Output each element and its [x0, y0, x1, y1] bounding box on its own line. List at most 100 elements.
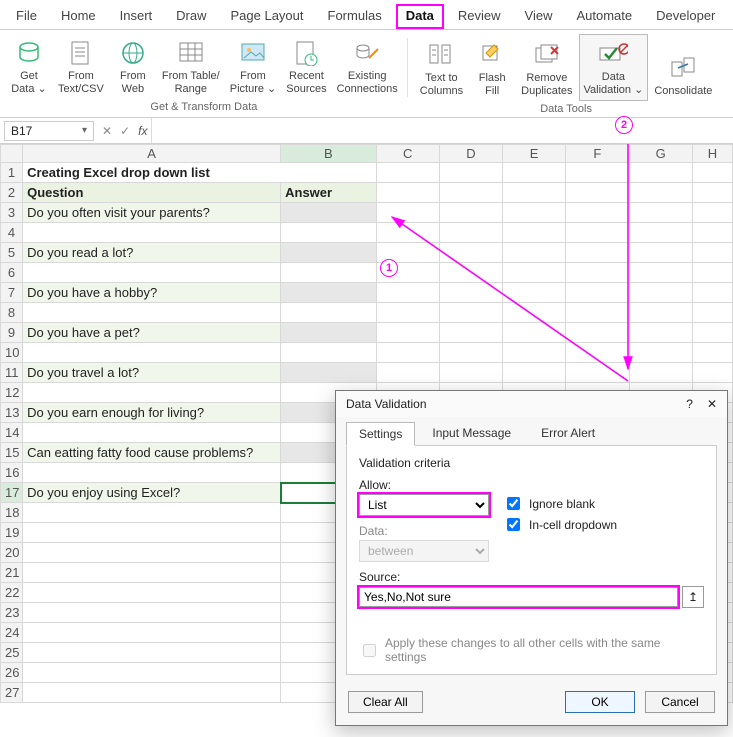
- cell[interactable]: [503, 183, 566, 203]
- cell[interactable]: [566, 183, 629, 203]
- cell[interactable]: [503, 243, 566, 263]
- col-header-B[interactable]: B: [281, 145, 376, 163]
- col-header-E[interactable]: E: [503, 145, 566, 163]
- row-header[interactable]: 16: [1, 463, 23, 483]
- name-box[interactable]: B17 ▾: [4, 121, 94, 141]
- cell-question[interactable]: Can eatting fatty food cause problems?: [23, 443, 281, 463]
- from-picture-button[interactable]: FromPicture ⌄: [226, 34, 281, 99]
- header-question[interactable]: Question: [23, 183, 281, 203]
- dialog-tab-input-message[interactable]: Input Message: [419, 421, 524, 445]
- cell[interactable]: [566, 323, 629, 343]
- row-header[interactable]: 1: [1, 163, 23, 183]
- sheet-title[interactable]: Creating Excel drop down list: [23, 163, 376, 183]
- row-header[interactable]: 15: [1, 443, 23, 463]
- col-header-C[interactable]: C: [376, 145, 439, 163]
- row-header[interactable]: 7: [1, 283, 23, 303]
- cancel-button[interactable]: Cancel: [645, 691, 715, 713]
- cell[interactable]: [439, 283, 502, 303]
- cell-question[interactable]: Do you enjoy using Excel?: [23, 483, 281, 503]
- cell[interactable]: [566, 243, 629, 263]
- dialog-tab-settings[interactable]: Settings: [346, 422, 415, 446]
- row-header[interactable]: 26: [1, 663, 23, 683]
- cell-answer[interactable]: [281, 343, 376, 363]
- cell[interactable]: [503, 323, 566, 343]
- row-header[interactable]: 9: [1, 323, 23, 343]
- cell[interactable]: [629, 263, 692, 283]
- cell-question[interactable]: [23, 543, 281, 563]
- tab-draw[interactable]: Draw: [166, 4, 216, 29]
- cell[interactable]: [629, 163, 692, 183]
- cell-question[interactable]: [23, 523, 281, 543]
- tab-home[interactable]: Home: [51, 4, 106, 29]
- cell[interactable]: [376, 283, 439, 303]
- cell[interactable]: [629, 223, 692, 243]
- cell-question[interactable]: [23, 383, 281, 403]
- col-header-G[interactable]: G: [629, 145, 692, 163]
- cell[interactable]: [376, 163, 439, 183]
- cell-question[interactable]: [23, 663, 281, 683]
- cell[interactable]: [629, 343, 692, 363]
- ok-button[interactable]: OK: [565, 691, 635, 713]
- from-csv-button[interactable]: FromText/CSV: [54, 34, 108, 99]
- ignore-blank-checkbox[interactable]: [507, 497, 520, 510]
- cell-question[interactable]: [23, 563, 281, 583]
- row-header[interactable]: 25: [1, 643, 23, 663]
- dialog-tab-error-alert[interactable]: Error Alert: [528, 421, 608, 445]
- cell[interactable]: [629, 183, 692, 203]
- row-header[interactable]: 19: [1, 523, 23, 543]
- cell-question[interactable]: [23, 623, 281, 643]
- cell[interactable]: [376, 343, 439, 363]
- cell-answer[interactable]: [281, 283, 376, 303]
- cell[interactable]: [692, 283, 732, 303]
- data-validation-button[interactable]: DataValidation ⌄: [579, 34, 649, 101]
- flash-fill-button[interactable]: FlashFill: [469, 36, 515, 101]
- row-header[interactable]: 4: [1, 223, 23, 243]
- clear-all-button[interactable]: Clear All: [348, 691, 423, 713]
- cell-question[interactable]: [23, 343, 281, 363]
- row-header[interactable]: 21: [1, 563, 23, 583]
- cell[interactable]: [692, 223, 732, 243]
- cell[interactable]: [439, 303, 502, 323]
- col-header-F[interactable]: F: [566, 145, 629, 163]
- tab-file[interactable]: File: [6, 4, 47, 29]
- cell-question[interactable]: [23, 503, 281, 523]
- tab-data[interactable]: Data: [396, 4, 444, 29]
- cell[interactable]: [439, 243, 502, 263]
- row-header[interactable]: 22: [1, 583, 23, 603]
- cell-question[interactable]: [23, 603, 281, 623]
- cell[interactable]: [566, 223, 629, 243]
- help-icon[interactable]: ?: [686, 397, 693, 411]
- cell[interactable]: [439, 203, 502, 223]
- from-web-button[interactable]: FromWeb: [110, 34, 156, 99]
- row-header[interactable]: 6: [1, 263, 23, 283]
- cell[interactable]: [566, 343, 629, 363]
- row-header[interactable]: 23: [1, 603, 23, 623]
- cell[interactable]: [439, 323, 502, 343]
- from-table-button[interactable]: From Table/Range: [158, 34, 224, 99]
- row-header[interactable]: 10: [1, 343, 23, 363]
- cell[interactable]: [439, 263, 502, 283]
- cell[interactable]: [439, 183, 502, 203]
- cell[interactable]: [629, 323, 692, 343]
- source-input[interactable]: [359, 587, 678, 607]
- select-all-cell[interactable]: [1, 145, 23, 163]
- allow-select[interactable]: List: [359, 494, 489, 516]
- col-header-A[interactable]: A: [23, 145, 281, 163]
- cell-question[interactable]: [23, 583, 281, 603]
- cell[interactable]: [692, 183, 732, 203]
- cell[interactable]: [692, 263, 732, 283]
- accept-formula-icon[interactable]: ✓: [116, 124, 134, 138]
- cell-question[interactable]: [23, 643, 281, 663]
- tab-page-layout[interactable]: Page Layout: [221, 4, 314, 29]
- consolidate-button[interactable]: Consolidate: [650, 49, 716, 102]
- row-header[interactable]: 8: [1, 303, 23, 323]
- row-header[interactable]: 3: [1, 203, 23, 223]
- cell[interactable]: [503, 163, 566, 183]
- recent-sources-button[interactable]: RecentSources: [282, 34, 330, 99]
- tab-review[interactable]: Review: [448, 4, 511, 29]
- formula-input[interactable]: [151, 118, 733, 143]
- cell[interactable]: [376, 303, 439, 323]
- cell-question[interactable]: [23, 423, 281, 443]
- cell-answer[interactable]: [281, 243, 376, 263]
- cell[interactable]: [439, 223, 502, 243]
